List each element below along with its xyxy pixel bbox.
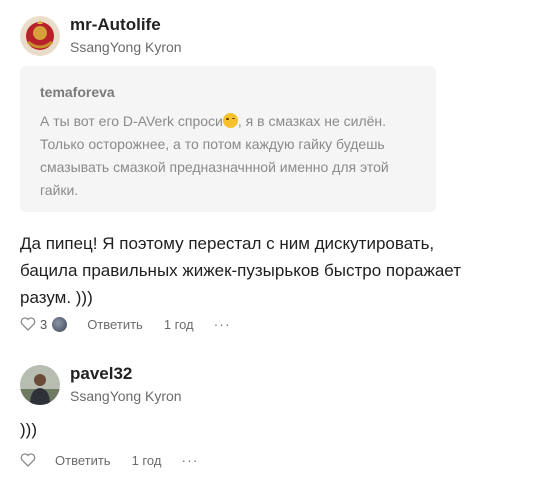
comment-text: ))) bbox=[20, 420, 37, 439]
comment-actions: 3 Ответить 1 год ··· bbox=[20, 316, 231, 332]
heart-icon bbox=[20, 453, 36, 467]
reply-button[interactable]: Ответить bbox=[87, 317, 143, 332]
username[interactable]: mr-Autolife bbox=[70, 15, 182, 35]
reply-button[interactable]: Ответить bbox=[55, 453, 111, 468]
username[interactable]: pavel32 bbox=[70, 364, 182, 384]
comment-actions: Ответить 1 год ··· bbox=[20, 452, 198, 468]
quote-author[interactable]: temaforeva bbox=[40, 84, 115, 100]
quote-text: А ты вот его D-AVerk спроси, я в смазках… bbox=[40, 110, 430, 202]
car-link[interactable]: SsangYong Kyron bbox=[70, 387, 182, 405]
liker-avatar[interactable] bbox=[52, 316, 68, 332]
like-button[interactable]: 3 bbox=[20, 317, 47, 332]
car-link[interactable]: SsangYong Kyron bbox=[70, 38, 182, 56]
more-icon[interactable]: ··· bbox=[214, 316, 231, 332]
comment-header: pavel32 SsangYong Kyron bbox=[20, 364, 182, 405]
quote-block: temaforeva А ты вот его D-AVerk спроси, … bbox=[20, 66, 436, 212]
comment-text: Да пипец! Я поэтому перестал с ним диску… bbox=[20, 234, 461, 307]
quote-text-part: А ты вот его D-AVerk спроси bbox=[40, 113, 223, 129]
more-icon[interactable]: ··· bbox=[181, 452, 198, 468]
like-count: 3 bbox=[40, 316, 48, 332]
timestamp[interactable]: 1 год bbox=[132, 453, 162, 468]
comment-header: mr-Autolife SsangYong Kyron bbox=[20, 15, 182, 56]
like-button[interactable] bbox=[20, 453, 36, 467]
avatar[interactable] bbox=[20, 16, 60, 56]
timestamp[interactable]: 1 год bbox=[164, 317, 194, 332]
avatar[interactable] bbox=[20, 365, 60, 405]
smile-emoji-icon bbox=[222, 113, 238, 128]
heart-icon bbox=[20, 317, 36, 331]
